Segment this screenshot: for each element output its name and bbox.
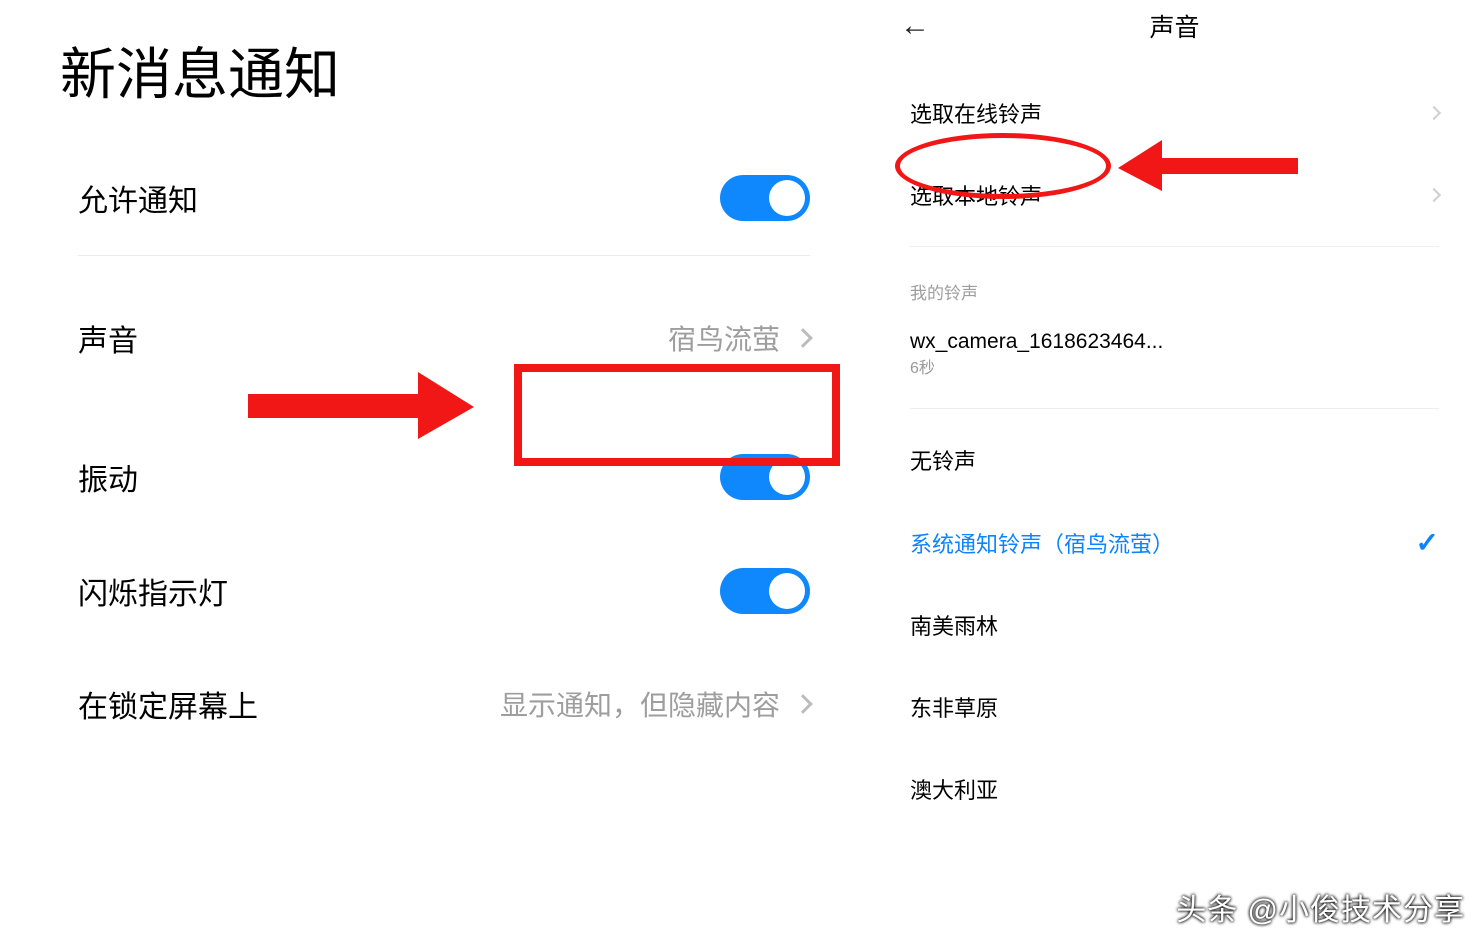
row-system-ringtone[interactable]: 系统通知铃声（宿鸟流萤） ✓: [870, 501, 1479, 584]
row-allow-notifications[interactable]: 允许通知: [0, 141, 870, 255]
label-no-ringtone: 无铃声: [910, 444, 976, 476]
label-system-ringtone: 系统通知铃声（宿鸟流萤）: [910, 527, 1174, 559]
chevron-right-icon: [793, 328, 813, 348]
row-savanna[interactable]: 东非草原: [870, 666, 1479, 748]
toggle-allow-notifications[interactable]: [720, 175, 810, 221]
right-header: ← 声音: [870, 0, 1479, 72]
annotation-arrow-left: [1118, 140, 1298, 191]
label-vibrate: 振动: [78, 455, 138, 499]
label-select-online: 选取在线铃声: [910, 97, 1042, 129]
row-rainforest[interactable]: 南美雨林: [870, 584, 1479, 666]
my-ringtone-duration: 6秒: [870, 354, 1479, 398]
chevron-right-icon: [793, 694, 813, 714]
sound-value-text: 宿鸟流萤: [668, 318, 780, 358]
row-lockscreen[interactable]: 在锁定屏幕上 显示通知，但隐藏内容: [0, 648, 870, 760]
value-sound: 宿鸟流萤: [668, 318, 810, 358]
label-my-ringtones: 我的铃声: [870, 257, 1479, 312]
label-select-local: 选取本地铃声: [910, 179, 1042, 211]
toggle-vibrate[interactable]: [720, 454, 810, 500]
row-australia[interactable]: 澳大利亚: [870, 748, 1479, 830]
label-savanna: 东非草原: [910, 691, 998, 723]
divider: [910, 408, 1439, 409]
label-rainforest: 南美雨林: [910, 609, 998, 641]
checkmark-icon: ✓: [1416, 526, 1439, 559]
label-sound: 声音: [78, 316, 138, 360]
divider: [910, 246, 1439, 247]
row-led[interactable]: 闪烁指示灯: [0, 534, 870, 648]
back-icon[interactable]: ←: [900, 9, 930, 43]
right-panel-title: 声音: [930, 8, 1419, 44]
row-no-ringtone[interactable]: 无铃声: [870, 419, 1479, 501]
watermark: 头条 @小俊技术分享: [1176, 885, 1465, 929]
label-australia: 澳大利亚: [910, 773, 998, 805]
label-lockscreen: 在锁定屏幕上: [78, 682, 258, 726]
annotation-arrow-right: [248, 372, 474, 439]
my-ringtone-item[interactable]: wx_camera_1618623464...: [870, 312, 1479, 354]
chevron-right-icon: [1427, 188, 1441, 202]
page-title: 新消息通知: [0, 0, 870, 141]
lockscreen-value-text: 显示通知，但隐藏内容: [500, 684, 780, 724]
label-led: 闪烁指示灯: [78, 569, 228, 613]
label-allow-notifications: 允许通知: [78, 176, 198, 220]
value-lockscreen: 显示通知，但隐藏内容: [500, 684, 810, 724]
chevron-right-icon: [1427, 106, 1441, 120]
toggle-led[interactable]: [720, 568, 810, 614]
left-panel: 新消息通知 允许通知 声音 宿鸟流萤 振动 闪烁指示灯 在锁定屏幕上 显示通知，…: [0, 0, 870, 943]
